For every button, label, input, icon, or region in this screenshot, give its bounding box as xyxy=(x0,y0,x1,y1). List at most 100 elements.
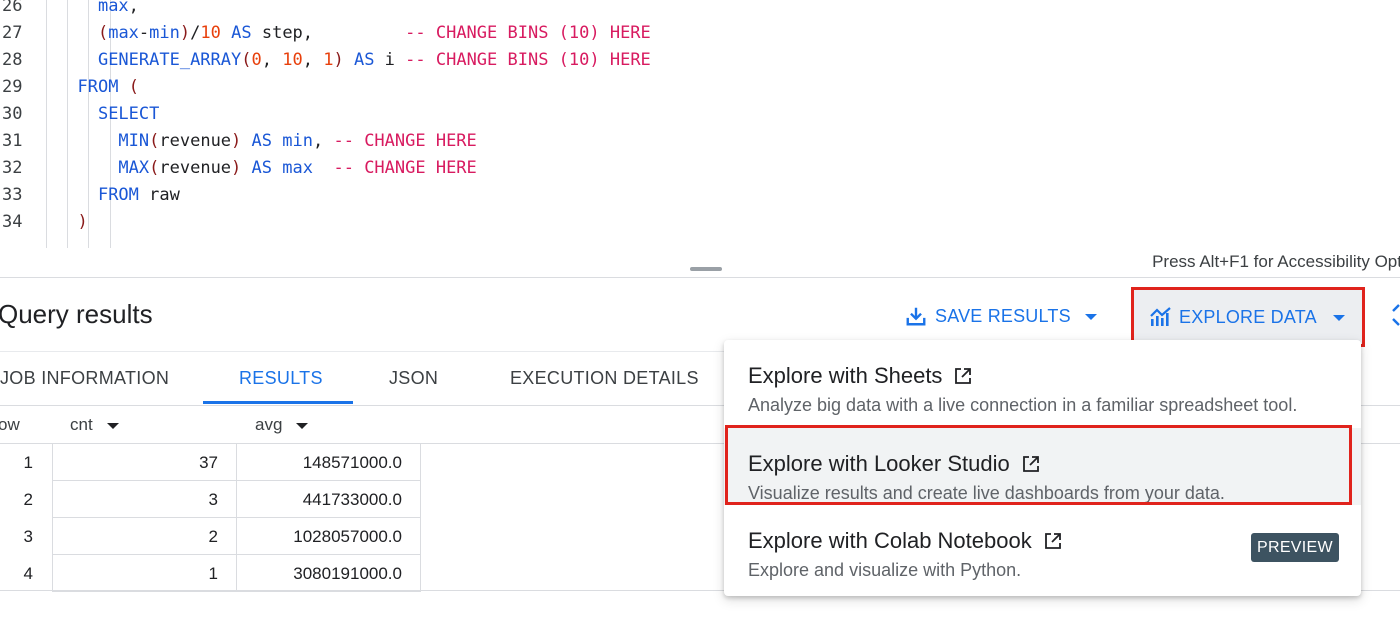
sql-editor[interactable]: 26 max, 27 (max-min)/10 AS step, -- CHANG… xyxy=(0,0,1400,248)
cell-avg[interactable]: 1028057000.0 xyxy=(236,518,421,555)
line-number: 31 xyxy=(2,131,23,151)
tab-results[interactable]: RESULTS xyxy=(239,352,323,406)
row-number: 2 xyxy=(23,490,33,509)
code-token: FROM xyxy=(97,185,139,205)
code-token: revenue xyxy=(159,158,232,178)
code-line[interactable]: 31 MIN(revenue) AS min, -- CHANGE HERE xyxy=(0,128,1400,155)
code-line[interactable]: 34 ) xyxy=(0,209,1400,236)
code-token: 10 xyxy=(282,50,303,70)
active-tab-indicator xyxy=(203,401,353,404)
menu-item-title: Explore with Sheets xyxy=(748,363,943,388)
code-text: ) xyxy=(57,209,88,236)
code-token: ( xyxy=(97,23,109,43)
code-token: / xyxy=(190,23,201,43)
column-header-cnt[interactable]: cnt xyxy=(70,407,119,443)
code-line[interactable]: 26 max, xyxy=(0,0,1400,20)
line-number: 32 xyxy=(2,158,23,178)
code-token: AS xyxy=(353,50,375,70)
code-token: MIN xyxy=(118,131,150,151)
row-column-header: ow xyxy=(0,415,20,434)
table-row: 1 37 148571000.0 xyxy=(0,444,421,481)
cell-cnt[interactable]: 2 xyxy=(52,518,236,555)
code-text: FROM raw xyxy=(57,182,180,209)
tab-job-information[interactable]: JOB INFORMATION xyxy=(0,352,169,406)
code-token: - xyxy=(138,23,150,43)
cell-cnt[interactable]: 3 xyxy=(52,481,236,518)
code-line[interactable]: 28 GENERATE_ARRAY(0, 10, 1) AS i -- CHAN… xyxy=(0,47,1400,74)
menu-item-description: Analyze big data with a live connection … xyxy=(748,395,1298,415)
query-results-title: Query results xyxy=(0,299,153,329)
row-number: 1 xyxy=(23,453,33,472)
code-line[interactable]: 33 FROM raw xyxy=(0,182,1400,209)
code-token: max xyxy=(282,158,313,178)
panel-divider xyxy=(0,277,1400,278)
code-token: step, xyxy=(251,23,406,43)
code-line[interactable]: 27 (max-min)/10 AS step, -- CHANGE BINS … xyxy=(0,20,1400,47)
code-token: MAX xyxy=(118,158,150,178)
code-token: -- CHANGE HERE xyxy=(333,158,477,178)
code-text: max, xyxy=(57,0,139,20)
code-token: revenue xyxy=(159,131,232,151)
tab-execution-details[interactable]: EXECUTION DETAILS xyxy=(510,352,699,406)
code-token: ) xyxy=(333,50,344,70)
code-token: raw xyxy=(138,185,180,205)
code-line[interactable]: 30 SELECT xyxy=(0,101,1400,128)
cell-cnt[interactable]: 37 xyxy=(52,444,236,481)
code-text: MAX(revenue) AS max -- CHANGE HERE xyxy=(57,155,477,182)
cell-avg[interactable]: 3080191000.0 xyxy=(236,555,421,592)
code-token: max xyxy=(97,0,129,16)
code-token: ( xyxy=(241,50,252,70)
line-number: 29 xyxy=(2,77,23,97)
open-in-new-icon xyxy=(955,368,972,384)
code-token: ( xyxy=(149,158,160,178)
code-token: max xyxy=(108,23,139,43)
code-token: , xyxy=(313,131,334,151)
code-token: GENERATE_ARRAY xyxy=(97,50,242,70)
code-text: GENERATE_ARRAY(0, 10, 1) AS i -- CHANGE … xyxy=(57,47,651,74)
menu-item-explore-looker-studio[interactable]: Explore with Looker Studio Visualize res… xyxy=(724,428,1361,505)
sort-down-icon xyxy=(106,422,119,429)
accessibility-hint: Press Alt+F1 for Accessibility Opt xyxy=(1152,252,1400,271)
table-row: 4 1 3080191000.0 xyxy=(0,555,421,592)
code-token: FROM xyxy=(77,77,119,97)
code-token: -- CHANGE BINS (10) HERE xyxy=(405,23,651,43)
menu-item-explore-sheets[interactable]: Explore with Sheets Analyze big data wit… xyxy=(724,340,1361,417)
code-line[interactable]: 29 FROM ( xyxy=(0,74,1400,101)
code-text: MIN(revenue) AS min, -- CHANGE HERE xyxy=(57,128,477,155)
code-token: -- CHANGE BINS (10) HERE xyxy=(405,50,651,70)
line-number: 26 xyxy=(2,0,23,16)
code-token: -- CHANGE HERE xyxy=(333,131,477,151)
open-in-new-icon xyxy=(1022,456,1039,472)
open-in-new-icon xyxy=(1044,533,1061,549)
explore-data-menu: Explore with Sheets Analyze big data wit… xyxy=(724,340,1361,596)
column-header-avg[interactable]: avg xyxy=(255,407,309,443)
menu-item-explore-colab[interactable]: Explore with Colab Notebook Explore and … xyxy=(724,505,1361,582)
cell-cnt[interactable]: 1 xyxy=(52,555,236,592)
panel-resize-handle[interactable] xyxy=(690,267,722,271)
expand-icon[interactable] xyxy=(1390,302,1400,328)
download-icon xyxy=(906,307,926,326)
code-token: ) xyxy=(77,212,88,232)
row-number: 3 xyxy=(23,527,33,546)
menu-item-title: Explore with Colab Notebook xyxy=(748,528,1032,553)
code-token: min xyxy=(282,131,313,151)
line-number: 27 xyxy=(2,23,23,43)
explore-data-button[interactable]: EXPLORE DATA xyxy=(1131,287,1365,347)
code-token: ) xyxy=(231,158,242,178)
save-results-button[interactable]: SAVE RESULTS xyxy=(905,300,1097,332)
code-token: , xyxy=(302,50,324,70)
table-row: 2 3 441733000.0 xyxy=(0,481,421,518)
code-token: 10 xyxy=(200,23,221,43)
cell-avg[interactable]: 148571000.0 xyxy=(236,444,421,481)
cell-avg[interactable]: 441733000.0 xyxy=(236,481,421,518)
tab-json[interactable]: JSON xyxy=(389,352,438,406)
line-number: 33 xyxy=(2,185,23,205)
code-line[interactable]: 32 MAX(revenue) AS max -- CHANGE HERE xyxy=(0,155,1400,182)
